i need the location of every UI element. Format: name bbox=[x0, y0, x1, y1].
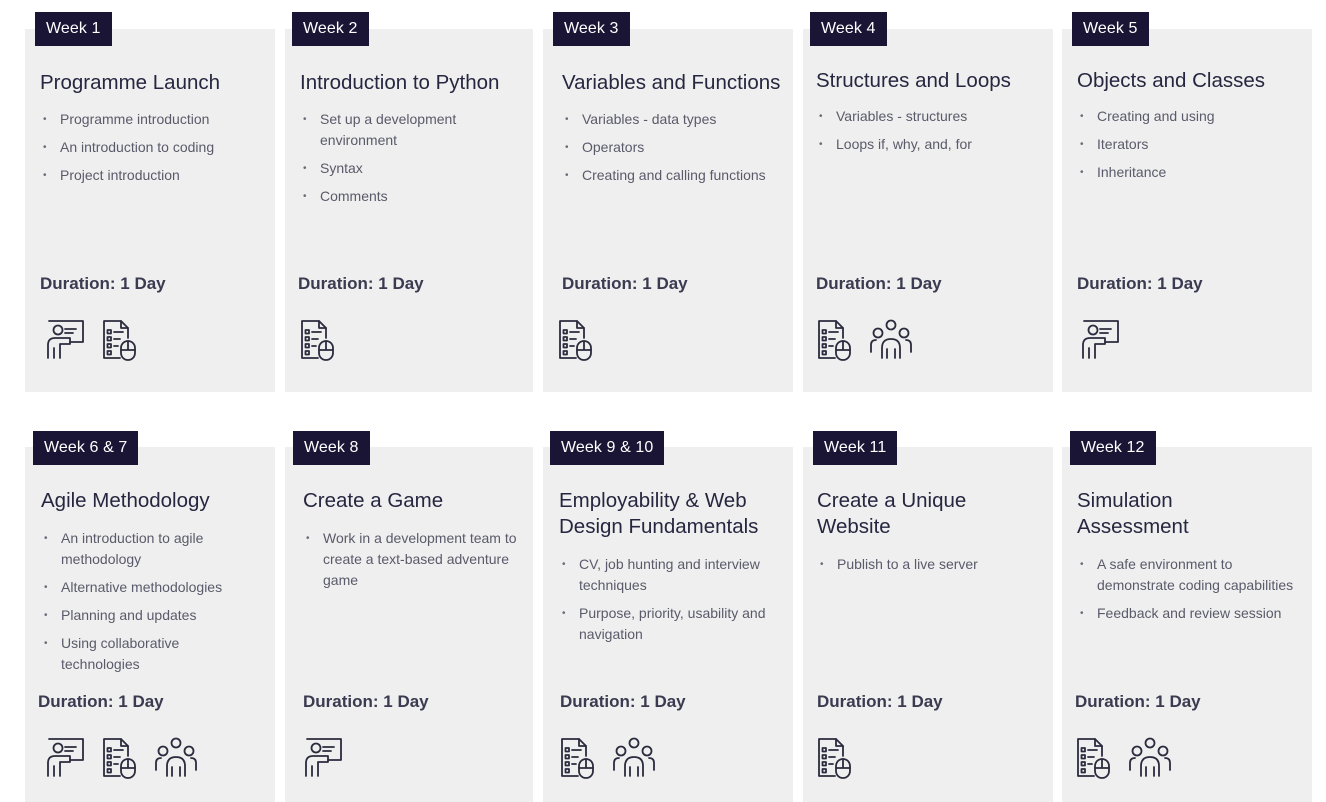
card-title: Simulation Assessment bbox=[1077, 489, 1189, 538]
online-form-icon bbox=[816, 736, 854, 780]
topic-item: Purpose, priority, usability and navigat… bbox=[559, 603, 784, 645]
week-badge: Week 4 bbox=[810, 12, 887, 46]
online-form-icon bbox=[816, 318, 854, 362]
topic-item: Programme introduction bbox=[40, 109, 265, 130]
duration-label: Duration: 1 Day bbox=[40, 274, 166, 293]
topic-list: An introduction to agile methodology Alte… bbox=[41, 528, 261, 682]
online-form-icon bbox=[557, 318, 595, 362]
topic-item: Loops if, why, and, for bbox=[816, 134, 1036, 155]
presenter-icon bbox=[43, 736, 87, 780]
topic-item: Creating and using bbox=[1077, 106, 1302, 127]
week-badge: Week 9 & 10 bbox=[550, 431, 665, 465]
topic-item: Work in a development team to create a t… bbox=[303, 528, 533, 591]
duration-label: Duration: 1 Day bbox=[562, 274, 688, 293]
topic-item: Using collaborative technologies bbox=[41, 633, 261, 675]
topic-list: Variables - structures Loops if, why, and… bbox=[816, 106, 1036, 162]
topic-item: Project introduction bbox=[40, 165, 265, 186]
team-icon bbox=[868, 318, 914, 362]
topic-list: Variables - data types Operators Creating … bbox=[562, 109, 787, 193]
topic-list: CV, job hunting and interview techniques… bbox=[559, 554, 784, 652]
delivery-icons bbox=[43, 736, 199, 780]
card-title: Programme Launch bbox=[40, 71, 221, 94]
topic-item: Inheritance bbox=[1077, 162, 1302, 183]
topic-item: Set up a development environment bbox=[300, 109, 510, 151]
delivery-icons bbox=[1075, 736, 1173, 780]
topic-item: Variables - data types bbox=[562, 109, 787, 130]
topic-item: Feedback and review session bbox=[1077, 603, 1302, 624]
duration-label: Duration: 1 Day bbox=[560, 692, 686, 711]
delivery-icons bbox=[557, 318, 595, 362]
topic-list: A safe environment to demonstrate coding… bbox=[1077, 554, 1302, 631]
topic-item: Planning and updates bbox=[41, 605, 261, 626]
topic-list: Programme introduction An introduction to… bbox=[40, 109, 265, 193]
card-title: Structures and Loops bbox=[816, 69, 1011, 92]
delivery-icons bbox=[816, 736, 854, 780]
week-badge: Week 2 bbox=[292, 12, 369, 46]
duration-label: Duration: 1 Day bbox=[817, 692, 943, 711]
topic-item: Creating and calling functions bbox=[562, 165, 787, 186]
week-badge: Week 3 bbox=[553, 12, 630, 46]
duration-label: Duration: 1 Day bbox=[1075, 692, 1201, 711]
card-title: Employability & Web Design Fundamentals bbox=[559, 489, 759, 538]
delivery-icons bbox=[301, 736, 345, 780]
topic-item: Alternative methodologies bbox=[41, 577, 261, 598]
topic-item: Comments bbox=[300, 186, 510, 207]
online-form-icon bbox=[559, 736, 597, 780]
topic-item: Variables - structures bbox=[816, 106, 1036, 127]
topic-item: Syntax bbox=[300, 158, 510, 179]
card-title: Variables and Functions bbox=[562, 71, 781, 94]
duration-label: Duration: 1 Day bbox=[38, 692, 164, 711]
card-title: Agile Methodology bbox=[41, 489, 210, 512]
delivery-icons bbox=[43, 318, 139, 362]
week-badge: Week 11 bbox=[813, 431, 898, 465]
week-badge: Week 8 bbox=[293, 431, 370, 465]
topic-item: Publish to a live server bbox=[817, 554, 1042, 575]
team-icon bbox=[611, 736, 657, 780]
duration-label: Duration: 1 Day bbox=[298, 274, 424, 293]
topic-item: An introduction to coding bbox=[40, 137, 265, 158]
duration-label: Duration: 1 Day bbox=[816, 274, 942, 293]
duration-label: Duration: 1 Day bbox=[1077, 274, 1203, 293]
delivery-icons bbox=[816, 318, 914, 362]
topic-item: Iterators bbox=[1077, 134, 1302, 155]
presenter-icon bbox=[1078, 318, 1122, 362]
topic-list: Set up a development environment Syntax Co… bbox=[300, 109, 510, 214]
topic-list: Work in a development team to create a t… bbox=[303, 528, 533, 598]
topic-list: Creating and using Iterators Inheritance bbox=[1077, 106, 1302, 190]
team-icon bbox=[153, 736, 199, 780]
online-form-icon bbox=[1075, 736, 1113, 780]
week-badge: Week 5 bbox=[1072, 12, 1149, 46]
card-title: Introduction to Python bbox=[300, 71, 500, 94]
week-badge: Week 12 bbox=[1070, 431, 1156, 465]
topic-item: An introduction to agile methodology bbox=[41, 528, 261, 570]
team-icon bbox=[1127, 736, 1173, 780]
delivery-icons bbox=[559, 736, 657, 780]
card-title: Create a Game bbox=[303, 489, 444, 512]
online-form-icon bbox=[101, 736, 139, 780]
topic-list: Publish to a live server bbox=[817, 554, 1042, 582]
online-form-icon bbox=[299, 318, 337, 362]
week-badge: Week 1 bbox=[35, 12, 112, 46]
presenter-icon bbox=[301, 736, 345, 780]
presenter-icon bbox=[43, 318, 87, 362]
duration-label: Duration: 1 Day bbox=[303, 692, 429, 711]
delivery-icons bbox=[1078, 318, 1122, 362]
delivery-icons bbox=[299, 318, 337, 362]
topic-item: A safe environment to demonstrate coding… bbox=[1077, 554, 1302, 596]
week-badge: Week 6 & 7 bbox=[33, 431, 139, 465]
card-title: Create a Unique Website bbox=[817, 489, 967, 538]
topic-item: Operators bbox=[562, 137, 787, 158]
card-title: Objects and Classes bbox=[1077, 69, 1266, 92]
topic-item: CV, job hunting and interview techniques bbox=[559, 554, 784, 596]
online-form-icon bbox=[101, 318, 139, 362]
